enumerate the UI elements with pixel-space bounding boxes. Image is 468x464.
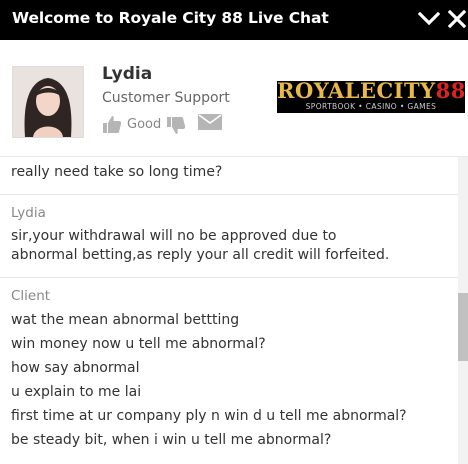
message-line: sir,your withdrawal will no be approved … bbox=[11, 228, 337, 244]
message-line: how say abnormal bbox=[11, 360, 140, 376]
agent-avatar bbox=[12, 66, 84, 138]
chat-message: really need take so long time? bbox=[0, 157, 458, 195]
message-line: first time at ur company ply n win d u t… bbox=[11, 408, 407, 424]
email-icon[interactable] bbox=[198, 114, 222, 130]
chat-title-bar: Welcome to Royale City 88 Live Chat bbox=[0, 0, 468, 40]
message-sender: Client bbox=[11, 288, 51, 304]
message-line: wat the mean abnormal bettting bbox=[11, 312, 240, 328]
chat-scrollbar[interactable] bbox=[458, 157, 468, 464]
chat-message: Lydia sir,your withdrawal will no be app… bbox=[0, 195, 458, 278]
agent-name: Lydia bbox=[102, 64, 153, 84]
agent-role: Customer Support bbox=[102, 90, 230, 106]
chat-transcript: really need take so long time? Lydia sir… bbox=[0, 157, 458, 464]
brand-logo: ROYALECITY88 SPORTBOOK • CASINO • GAMES bbox=[277, 81, 465, 113]
message-line: u explain to me lai bbox=[11, 384, 142, 400]
chat-window-title: Welcome to Royale City 88 Live Chat bbox=[12, 9, 329, 27]
logo-wordmark: ROYALECITY88 bbox=[277, 81, 465, 103]
thumbs-up-icon[interactable] bbox=[102, 114, 122, 134]
message-line: abnormal betting,as reply your all credi… bbox=[11, 247, 390, 263]
logo-tagline: SPORTBOOK • CASINO • GAMES bbox=[305, 102, 437, 111]
message-line: be steady bit, when i win u tell me abno… bbox=[11, 432, 332, 448]
rating-label: Good bbox=[127, 117, 162, 132]
message-line: really need take so long time? bbox=[11, 164, 223, 180]
message-sender: Lydia bbox=[11, 205, 46, 221]
close-icon[interactable] bbox=[448, 10, 466, 28]
agent-header: Lydia Customer Support Good ROYALECITY88… bbox=[0, 40, 468, 157]
message-line: win money now u tell me abnormal? bbox=[11, 336, 266, 352]
chevron-down-icon[interactable] bbox=[418, 10, 440, 28]
thumbs-down-icon[interactable] bbox=[166, 116, 186, 136]
chat-message: Client wat the mean abnormal bettting wi… bbox=[0, 278, 458, 464]
scrollbar-thumb[interactable] bbox=[458, 293, 468, 361]
